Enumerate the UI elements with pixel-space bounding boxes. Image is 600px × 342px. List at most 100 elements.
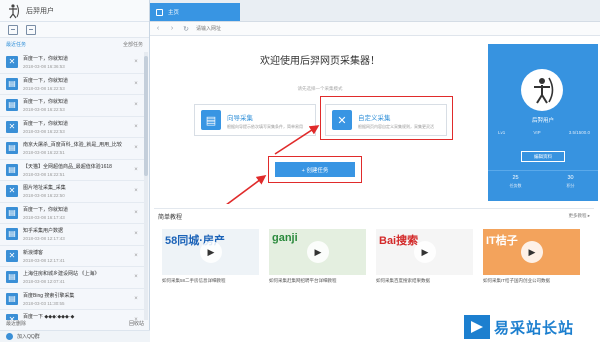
task-item[interactable]: ▤ 知乎采集用户数据 2018-03-08 12:17:43 × (0, 224, 144, 246)
task-title: 上海住房和城乡建设网站 《上海》 (23, 271, 100, 278)
task-body: 百度一下，你就知道 2018-03-08 16:22:53 (23, 77, 132, 91)
task-title: 【天猫】全网超值商品_最超值体验1618 (23, 163, 112, 170)
close-icon[interactable]: × (132, 102, 140, 108)
profile-stats: Lv1 VIP 3.5/1500.0 (498, 130, 590, 135)
task-time: 2018-03-08 16:22:53 (23, 128, 65, 134)
edit-profile-button[interactable]: 编辑资料 (521, 151, 565, 162)
task-title: 知乎采集用户数据 (23, 228, 64, 235)
task-body: 百度一下，你就知道 2018-03-08 16:22:53 (23, 120, 132, 134)
tutorial-card[interactable]: IT桔子 ▶ 如何采集IT桔子国内创业公司数据 (483, 229, 580, 284)
recently-deleted-link[interactable]: 最近删除 (6, 320, 26, 330)
tab-bar: 主页 (150, 0, 600, 22)
task-item[interactable]: ✕ 新浪博客 2018-03-08 12:17:41 × (0, 246, 144, 267)
back-icon[interactable]: ‹ (154, 25, 162, 32)
task-count-label: 任务数 (509, 183, 522, 188)
task-title: 百度一下 ◆◆◆:◆◆◆·◆ (23, 314, 75, 320)
folder-icon[interactable] (26, 24, 36, 35)
task-time: 2018-03-08 16:22:50 (23, 193, 65, 199)
close-icon[interactable]: × (132, 231, 140, 237)
close-icon[interactable]: × (132, 274, 140, 280)
profile-counts: 25 任务数 30 积分 (488, 170, 598, 198)
url-input[interactable] (196, 23, 376, 34)
task-time: 2018-03-08 16:22:51 (23, 171, 65, 177)
task-body: 百度Bing 搜索引擎采集 2018-03-03 11:30:55 (23, 292, 132, 306)
close-icon[interactable]: × (132, 145, 140, 151)
scrollbar-thumb[interactable] (144, 56, 148, 176)
profile-vip: VIP (533, 130, 541, 135)
tutorial-thumbnail[interactable]: 58同城·房产 ▶ (162, 229, 259, 275)
tutorial-thumbnail[interactable]: IT桔子 ▶ (483, 229, 580, 275)
task-type-icon: ▤ (6, 228, 18, 241)
tutorial-thumbnail[interactable]: ganji ▶ (269, 229, 366, 275)
tutorial-caption[interactable]: 如何采集百度搜索结果数据 (376, 278, 473, 284)
task-title: 百度一下，你就知道 (23, 77, 69, 84)
join-qq-group[interactable]: 加入QQ群 (0, 330, 150, 342)
task-time: 2018-03-08 16:22:51 (23, 150, 65, 156)
close-icon[interactable]: × (132, 210, 140, 216)
task-item[interactable]: ▤ 百度一下，你就知道 2018-03-08 16:22:53 × (0, 74, 144, 95)
close-icon[interactable]: × (132, 59, 140, 65)
close-icon[interactable]: × (132, 81, 140, 87)
tutorial-card[interactable]: ganji ▶ 如何采集赶集网招聘平台详细教程 (269, 229, 366, 284)
task-type-icon: ✕ (6, 56, 18, 69)
watermark-logo-icon (464, 315, 490, 339)
task-title: 百度一下，你就知道 (23, 56, 69, 63)
close-icon[interactable]: × (132, 296, 140, 302)
refresh-icon[interactable]: ↻ (182, 25, 190, 33)
sidebar-footer: 最近删除 回收站 (0, 320, 150, 330)
task-item[interactable]: ✕ 百度一下，你就知道 2018-03-08 16:22:53 × (0, 117, 144, 138)
task-item[interactable]: ✕ 百度一下，你就知道 2018-03-08 16:36:53 × (0, 52, 144, 74)
play-icon[interactable]: ▶ (307, 241, 329, 263)
play-icon[interactable]: ▶ (200, 241, 222, 263)
all-tasks-link[interactable]: 全部任务 (123, 41, 143, 48)
sidebar-toolbar (0, 22, 149, 38)
app-header: 后羿用户 (0, 0, 149, 22)
task-item[interactable]: ▤ 南京大屠杀_百度百科_体验_就是_用用_比较 2018-03-08 16:22:… (0, 138, 144, 160)
thumbnail-text: IT桔子 (486, 235, 518, 247)
wizard-mode-desc: 根据向导提示依次填写采集条件，简单易用 (227, 123, 303, 129)
tutorial-caption[interactable]: 如何采集IT桔子国内创业公司数据 (483, 278, 580, 284)
task-title: 新浪博客 (23, 249, 44, 256)
task-item[interactable]: ▤ 上海住房和城乡建设网站 《上海》 2018-03-08 12:07:41 × (0, 267, 144, 289)
points-count: 30 积分 (543, 171, 598, 198)
task-item[interactable]: ✕ 图片地址采集_采集 2018-03-08 16:22:50 × (0, 181, 144, 203)
points-count-label: 积分 (566, 183, 575, 188)
profile-card: 后羿用户 Lv1 VIP 3.5/1500.0 编辑资料 25 任务数 30 积… (488, 44, 598, 201)
tutorial-caption[interactable]: 如何采集赶集网招聘平台详细教程 (269, 278, 366, 284)
tab-home-label: 主页 (168, 10, 180, 16)
close-icon[interactable]: × (132, 253, 140, 259)
close-icon[interactable]: × (132, 124, 140, 130)
wizard-icon: ▤ (201, 110, 221, 130)
task-item[interactable]: ▤ 【天猫】全网超值商品_最超值体验1618 2018-03-08 16:22:51… (0, 160, 144, 181)
tutorial-caption[interactable]: 如何采集58二手房信息详细教程 (162, 278, 259, 284)
task-title: 百度一下，你就知道 (23, 120, 69, 127)
new-file-icon[interactable] (8, 24, 18, 35)
task-type-icon: ✕ (6, 185, 18, 198)
task-item[interactable]: ▤ 百度一下，你就知道 2018-03-08 16:17:43 × (0, 203, 144, 224)
play-icon[interactable]: ▶ (414, 241, 436, 263)
task-time: 2018-03-08 16:22:53 (23, 85, 65, 91)
recycle-bin-link[interactable]: 回收站 (129, 320, 144, 330)
app-user-label[interactable]: 后羿用户 (26, 6, 54, 16)
tutorial-card[interactable]: Bai搜索 ▶ 如何采集百度搜索结果数据 (376, 229, 473, 284)
task-body: 【天猫】全网超值商品_最超值体验1618 2018-03-08 16:22:51 (23, 163, 132, 177)
wizard-mode-card[interactable]: ▤ 向导采集 根据向导提示依次填写采集条件，简单易用 (194, 104, 316, 136)
tutorial-card[interactable]: 58同城·房产 ▶ 如何采集58二手房信息详细教程 (162, 229, 259, 284)
avatar[interactable] (521, 69, 563, 111)
more-tutorials-link[interactable]: 更多教程 ▸ (568, 213, 590, 219)
close-icon[interactable]: × (132, 188, 140, 194)
task-item[interactable]: ▤ 百度一下，你就知道 2018-03-08 16:22:53 × (0, 95, 144, 117)
task-title: 百度Bing 搜索引擎采集 (23, 292, 75, 299)
task-time: 2018-03-08 12:17:41 (23, 257, 65, 263)
task-item[interactable]: ▤ 百度Bing 搜索引擎采集 2018-03-03 11:30:55 × (0, 289, 144, 310)
sidebar-scrollbar[interactable] (144, 52, 148, 320)
tab-home[interactable]: 主页 (150, 3, 240, 21)
play-icon[interactable]: ▶ (521, 241, 543, 263)
tutorial-thumbnail[interactable]: Bai搜索 ▶ (376, 229, 473, 275)
close-icon[interactable]: × (132, 167, 140, 173)
forward-icon[interactable]: › (168, 25, 176, 32)
task-type-icon: ▤ (6, 206, 18, 219)
profile-level: Lv1 (498, 130, 506, 135)
watermark: 易采站长站 (460, 312, 600, 342)
task-item[interactable]: ✕百度一下 ◆◆◆:◆◆◆·◆2018-02-28 16:54:18× (0, 310, 144, 320)
